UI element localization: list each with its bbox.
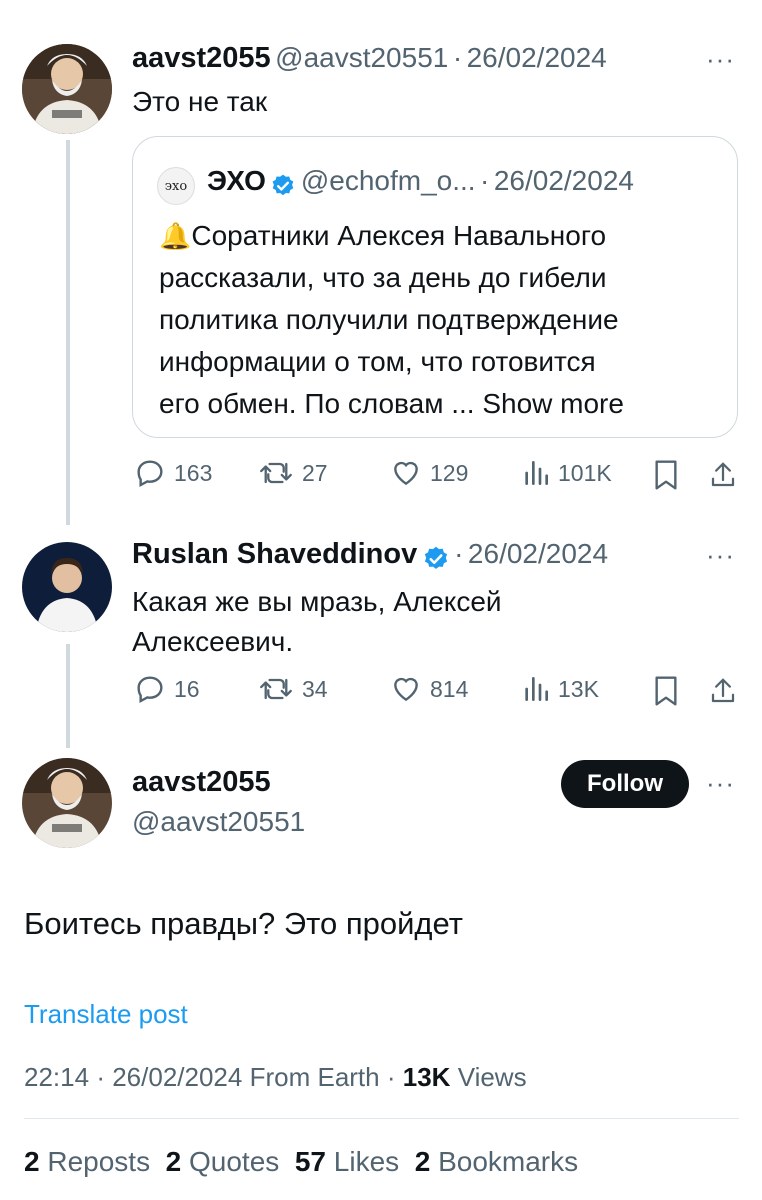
reposts-count: 2: [24, 1146, 40, 1177]
follow-button[interactable]: Follow: [561, 760, 689, 808]
separator: ·: [96, 1062, 105, 1092]
timestamp[interactable]: 26/02/2024: [467, 42, 607, 73]
quotes-stat[interactable]: 2 Quotes: [166, 1146, 280, 1177]
views-button[interactable]: 13K: [522, 673, 599, 705]
quote-line: его обмен. По словам ...: [159, 388, 483, 419]
share-icon[interactable]: [708, 459, 738, 491]
bell-icon: 🔔: [159, 221, 192, 251]
tweet1-header: aavst2055 @aavst20551 · 26/02/2024: [132, 42, 607, 75]
handle[interactable]: @aavst20551: [132, 806, 305, 838]
quotes-count: 2: [165, 1146, 182, 1177]
quote-line: информации о том, что готовится: [159, 346, 596, 377]
post-meta: 22:14 · 26/02/2024 From Earth · 13K View…: [24, 1062, 527, 1093]
quote-display-name: ЭХО: [207, 165, 266, 196]
thread-line-2: [66, 644, 70, 748]
reply-icon: [137, 460, 163, 488]
repost-count: 27: [302, 459, 328, 486]
quote-header: ЭХО @echofm_o... · 26/02/2024: [207, 165, 634, 199]
verified-badge-icon: [273, 174, 294, 195]
views-count: 13K: [402, 1062, 451, 1092]
likes-count: 57: [294, 1146, 326, 1177]
quote-text: 🔔Соратники Алексея Навального рассказали…: [159, 215, 624, 425]
separator: ·: [386, 1062, 396, 1092]
quote-handle: @echofm_o...: [300, 165, 476, 196]
engagement-counts: 2 Reposts 2 Quotes 57 Likes 2 Bookmarks: [24, 1146, 578, 1178]
echo-logo: эхо: [157, 167, 195, 205]
separator: ·: [480, 165, 490, 196]
separator: ·: [454, 538, 464, 569]
translate-post-link[interactable]: Translate post: [24, 999, 188, 1030]
bookmarks-stat[interactable]: 2 Bookmarks: [415, 1146, 578, 1177]
repost-icon: [260, 462, 292, 484]
bookmarks-count: 2: [414, 1146, 431, 1177]
quote-timestamp: 26/02/2024: [493, 165, 634, 196]
quote-card[interactable]: эхо ЭХО @echofm_o... · 26/02/2024 🔔Сорат…: [132, 136, 738, 438]
likes-stat[interactable]: 57 Likes: [295, 1146, 399, 1177]
separator: ·: [452, 42, 463, 73]
reply-count: 163: [174, 459, 213, 486]
timestamp[interactable]: 26/02/2024: [468, 538, 608, 569]
avatar-ruslan[interactable]: [22, 542, 112, 632]
bookmarks-label: Bookmarks: [438, 1146, 579, 1177]
more-options-icon[interactable]: ···: [706, 44, 735, 75]
repost-button[interactable]: 27: [258, 457, 328, 489]
handle[interactable]: @aavst20551: [275, 42, 448, 73]
divider: [24, 1118, 739, 1119]
avatar-aavst2055[interactable]: [22, 44, 112, 134]
verified-badge-icon: [424, 546, 447, 569]
quotes-label: Quotes: [189, 1146, 280, 1177]
bookmark-icon[interactable]: [652, 459, 680, 491]
views-button[interactable]: 101K: [522, 457, 612, 489]
heart-icon: [394, 677, 418, 702]
thread-line-1: [66, 140, 70, 525]
reposts-label: Reposts: [47, 1146, 151, 1177]
like-button[interactable]: 814: [390, 673, 468, 705]
avatar-image: [22, 758, 112, 848]
post-time[interactable]: 22:14: [24, 1062, 89, 1092]
tweet2-header: Ruslan Shaveddinov · 26/02/2024: [132, 538, 608, 573]
more-options-icon[interactable]: ···: [706, 768, 735, 799]
display-name[interactable]: Ruslan Shaveddinov: [132, 538, 417, 570]
reply-button[interactable]: 16: [134, 673, 200, 705]
avatar-image: [22, 44, 112, 134]
tweet-line: Алексеевич.: [132, 626, 294, 657]
display-name[interactable]: aavst2055: [132, 766, 271, 799]
repost-button[interactable]: 34: [258, 673, 328, 705]
analytics-icon: [525, 677, 548, 701]
quote-line: рассказали, что за день до гибели: [159, 262, 607, 293]
views-count: 101K: [558, 459, 612, 486]
post-date[interactable]: 26/02/2024: [112, 1062, 242, 1092]
quote-line: политика получили подтверждение: [159, 304, 619, 335]
avatar-image: [22, 542, 112, 632]
tweet-text: Это не так: [132, 86, 268, 117]
avatar-aavst2055-main[interactable]: [22, 758, 112, 848]
tweet-text: Какая же вы мразь, Алексей Алексеевич.: [132, 582, 502, 662]
post-location: From Earth: [249, 1062, 380, 1092]
tweet-line: Какая же вы мразь, Алексей: [132, 586, 502, 617]
repost-count: 34: [302, 675, 328, 702]
reply-button[interactable]: 163: [134, 457, 212, 489]
bookmark-icon[interactable]: [652, 675, 680, 707]
reply-count: 16: [174, 675, 200, 702]
like-count: 814: [430, 675, 469, 702]
like-count: 129: [430, 459, 469, 486]
tweet-text: Боитесь правды? Это пройдет: [24, 906, 463, 941]
analytics-icon: [525, 461, 548, 485]
display-name[interactable]: aavst2055: [132, 42, 271, 74]
reply-icon: [137, 676, 163, 704]
more-options-icon[interactable]: ···: [706, 540, 735, 571]
repost-icon: [260, 678, 292, 700]
heart-icon: [394, 461, 418, 486]
likes-label: Likes: [333, 1146, 400, 1177]
show-more-link[interactable]: Show more: [482, 388, 624, 419]
views-label: Views: [457, 1062, 527, 1092]
quote-line: Соратники Алексея Навального: [191, 220, 607, 251]
share-icon[interactable]: [708, 675, 738, 707]
views-count: 13K: [558, 675, 599, 702]
reposts-stat[interactable]: 2 Reposts: [24, 1146, 150, 1177]
like-button[interactable]: 129: [390, 457, 468, 489]
